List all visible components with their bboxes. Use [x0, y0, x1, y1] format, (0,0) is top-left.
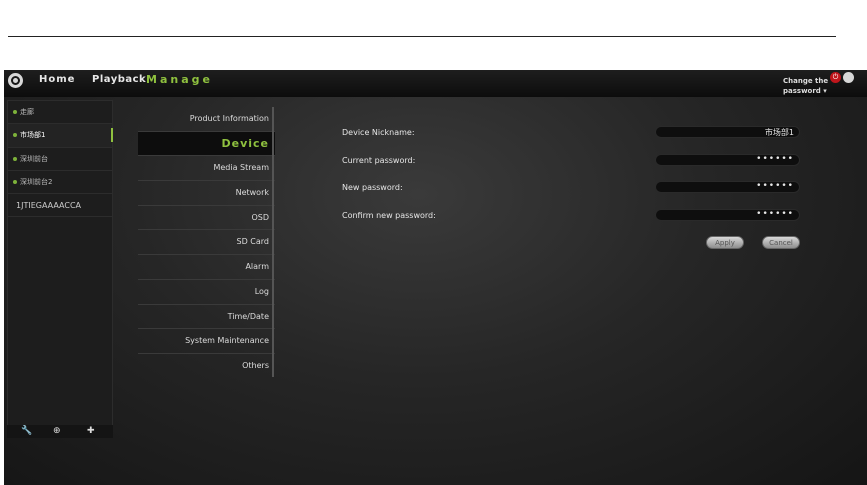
- menu-item-media-stream[interactable]: Media Stream: [138, 156, 275, 182]
- chevron-down-icon: ▾: [823, 87, 827, 95]
- device-label: 深圳前台2: [20, 177, 53, 186]
- menu-item-system-maintenance[interactable]: System Maintenance: [138, 329, 275, 354]
- confirm-password-field[interactable]: ••••••: [655, 209, 800, 221]
- device-label: 深圳前台: [20, 154, 48, 163]
- menu-item-osd[interactable]: OSD: [138, 206, 275, 231]
- online-status-icon: [13, 110, 17, 114]
- wrench-icon[interactable]: 🔧: [21, 425, 32, 438]
- header-bar: Home Playback Manage Change the password…: [4, 70, 867, 97]
- change-password-menu[interactable]: Change the password ▾: [783, 76, 828, 96]
- nickname-label: Device Nickname:: [342, 128, 415, 137]
- cancel-button[interactable]: Cancel: [762, 236, 800, 249]
- change-password-label-1: Change the: [783, 77, 829, 85]
- user-icon[interactable]: [843, 72, 854, 83]
- nav-home[interactable]: Home: [39, 74, 75, 85]
- current-password-field[interactable]: ••••••: [655, 154, 800, 166]
- menu-item-device[interactable]: Device: [138, 131, 275, 157]
- nav-playback[interactable]: Playback: [92, 74, 146, 85]
- confirm-password-label: Confirm new password:: [342, 211, 436, 220]
- apply-button[interactable]: Apply: [706, 236, 744, 249]
- device-label: 市场部1: [20, 131, 46, 140]
- device-item[interactable]: 1JTIEGAAAACCA: [8, 194, 112, 218]
- menu-item-product-information[interactable]: Product Information: [138, 107, 275, 132]
- menu-item-time-date[interactable]: Time/Date: [138, 305, 275, 330]
- menu-item-others[interactable]: Others: [138, 354, 275, 379]
- device-toolbar: 🔧 ⊕ ✚: [7, 425, 113, 438]
- online-status-icon: [13, 156, 17, 161]
- menu-divider: [272, 107, 274, 377]
- device-item[interactable]: 深圳前台: [8, 148, 112, 171]
- menu-item-network[interactable]: Network: [138, 181, 275, 206]
- nickname-field[interactable]: 市场部1: [655, 126, 800, 138]
- device-label: 1JTIEGAAAACCA: [16, 201, 82, 211]
- device-item-selected[interactable]: 市场部1: [8, 124, 113, 148]
- zoom-icon[interactable]: ⊕: [53, 425, 61, 438]
- add-icon[interactable]: ✚: [87, 425, 95, 438]
- new-password-label: New password:: [342, 183, 403, 192]
- app-window: Home Playback Manage Change the password…: [4, 70, 867, 485]
- device-label: 走廊: [20, 108, 34, 116]
- online-status-icon: [13, 179, 17, 184]
- power-icon[interactable]: ⏻: [830, 72, 841, 83]
- logo-icon: [8, 73, 23, 88]
- settings-menu: Product Information Device Media Stream …: [138, 107, 275, 379]
- new-password-field[interactable]: ••••••: [655, 181, 800, 193]
- change-password-label-2: password: [783, 87, 821, 95]
- menu-item-sd-card[interactable]: SD Card: [138, 230, 275, 256]
- device-item[interactable]: 深圳前台2: [8, 171, 112, 195]
- current-password-label: Current password:: [342, 156, 416, 165]
- device-list: 走廊 市场部1 深圳前台 深圳前台2 1JTIEGAAAACCA: [7, 100, 113, 427]
- menu-item-alarm[interactable]: Alarm: [138, 255, 275, 280]
- menu-item-log[interactable]: Log: [138, 280, 275, 305]
- online-status-icon: [13, 133, 17, 138]
- top-divider: [8, 36, 836, 37]
- device-item[interactable]: 走廊: [8, 101, 112, 125]
- nav-manage[interactable]: Manage: [146, 73, 213, 86]
